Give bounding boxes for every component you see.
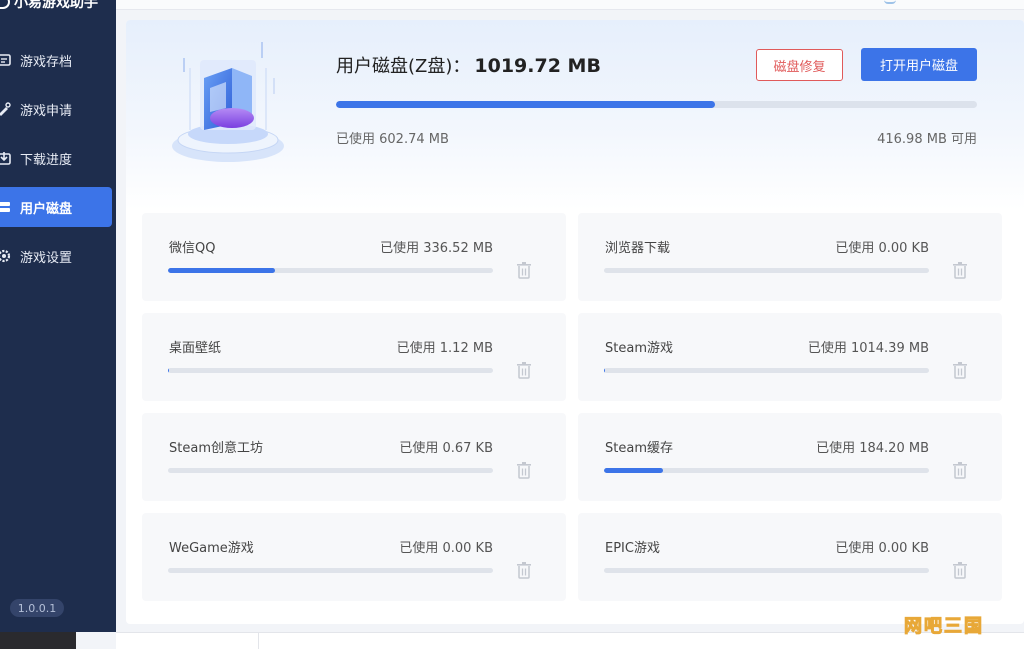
folder-name: EPIC游戏 bbox=[605, 541, 660, 556]
folder-usage-fill bbox=[168, 268, 276, 273]
disk-title-label: 用户磁盘(Z盘)： bbox=[336, 56, 471, 77]
folder-usage: 已使用 1014.39 MB bbox=[807, 341, 929, 356]
sidebar-item-game-settings[interactable]: 游戏设置 bbox=[0, 236, 112, 276]
folder-usage-bar bbox=[168, 568, 493, 573]
folder-card: EPIC游戏 已使用 0.00 KB bbox=[578, 513, 1002, 601]
disk-used-label: 已使用 602.74 MB bbox=[336, 132, 449, 147]
folder-card: Steam创意工坊 已使用 0.67 KB bbox=[142, 413, 566, 501]
main-panel: 用户磁盘(Z盘)： 1019.72 MB 磁盘修复 打开用户磁盘 已使用 602.… bbox=[126, 20, 1024, 624]
bottom-bar bbox=[116, 632, 1024, 649]
folder-usage-bar bbox=[604, 568, 929, 573]
folder-card: 浏览器下载 已使用 0.00 KB bbox=[578, 213, 1002, 301]
disk-free-label: 416.98 MB 可用 bbox=[877, 132, 977, 147]
folder-usage: 已使用 0.00 KB bbox=[399, 541, 493, 556]
folder-card: Steam缓存 已使用 184.20 MB bbox=[578, 413, 1002, 501]
app-logo-icon bbox=[0, 0, 10, 9]
sidebar-item-download-progress[interactable]: 下载进度 bbox=[0, 138, 112, 178]
taskbar-strip bbox=[0, 632, 76, 649]
folder-usage: 已使用 0.00 KB bbox=[835, 541, 929, 556]
sidebar-item-game-apply[interactable]: 游戏申请 bbox=[0, 89, 112, 129]
folder-card: Steam游戏 已使用 1014.39 MB bbox=[578, 313, 1002, 401]
disk-title: 用户磁盘(Z盘)： 1019.72 MB bbox=[336, 52, 601, 78]
sidebar: 小易游戏助手 游戏存档 游戏申请 下载进度 用户磁盘 游戏设置 1.0.0.1 bbox=[0, 0, 116, 632]
folder-name: 微信QQ bbox=[169, 241, 216, 256]
folder-usage-fill bbox=[168, 368, 170, 373]
app-title-text: 小易游戏助手 bbox=[14, 0, 98, 11]
disk-total-size: 1019.72 MB bbox=[474, 55, 601, 77]
folder-name: Steam游戏 bbox=[605, 341, 673, 356]
folder-usage-bar bbox=[168, 268, 493, 273]
folder-usage: 已使用 0.00 KB bbox=[835, 241, 929, 256]
trash-icon[interactable] bbox=[952, 561, 968, 579]
disk-summary: 用户磁盘(Z盘)： 1019.72 MB 磁盘修复 打开用户磁盘 已使用 602.… bbox=[126, 20, 1024, 210]
folder-card: 桌面壁纸 已使用 1.12 MB bbox=[142, 313, 566, 401]
top-bar bbox=[116, 0, 1024, 10]
trash-icon[interactable] bbox=[952, 361, 968, 379]
trash-icon[interactable] bbox=[516, 261, 532, 279]
folder-usage-bar bbox=[168, 368, 493, 373]
folder-name: Steam创意工坊 bbox=[169, 441, 263, 456]
save-archive-icon bbox=[0, 53, 11, 67]
open-user-disk-button[interactable]: 打开用户磁盘 bbox=[861, 48, 977, 81]
folder-card: 微信QQ 已使用 336.52 MB bbox=[142, 213, 566, 301]
disk-repair-button[interactable]: 磁盘修复 bbox=[756, 49, 843, 81]
trash-icon[interactable] bbox=[952, 461, 968, 479]
folder-usage-bar bbox=[168, 468, 493, 473]
sidebar-item-label: 下载进度 bbox=[20, 152, 73, 168]
sidebar-item-label: 游戏申请 bbox=[20, 103, 73, 119]
disk-usage-fill bbox=[336, 101, 715, 108]
folder-usage-bar bbox=[604, 368, 929, 373]
trash-icon[interactable] bbox=[516, 461, 532, 479]
download-progress-icon bbox=[0, 151, 11, 165]
window-control-icon[interactable] bbox=[884, 0, 896, 4]
trash-icon[interactable] bbox=[516, 561, 532, 579]
version-badge: 1.0.0.1 bbox=[10, 599, 64, 617]
sidebar-item-game-saves[interactable]: 游戏存档 bbox=[0, 40, 112, 80]
watermark-logo: 网吧三国 bbox=[904, 616, 984, 638]
folder-usage: 已使用 1.12 MB bbox=[396, 341, 493, 356]
sidebar-item-label: 游戏存档 bbox=[20, 54, 73, 70]
sidebar-item-label: 游戏设置 bbox=[20, 250, 73, 266]
sidebar-item-user-disk[interactable]: 用户磁盘 bbox=[0, 187, 112, 227]
disk-usage-bar bbox=[336, 101, 977, 108]
sidebar-item-label: 用户磁盘 bbox=[20, 201, 73, 217]
folder-usage-fill bbox=[604, 368, 606, 373]
folder-usage-bar bbox=[604, 468, 929, 473]
folder-name: WeGame游戏 bbox=[169, 541, 254, 556]
folder-name: 浏览器下载 bbox=[605, 241, 671, 256]
app-title: 小易游戏助手 bbox=[0, 0, 98, 12]
gear-icon bbox=[0, 249, 11, 263]
trash-icon[interactable] bbox=[516, 361, 532, 379]
folder-name: 桌面壁纸 bbox=[169, 341, 222, 356]
disk-icon bbox=[0, 200, 11, 214]
folder-usage-bar bbox=[604, 268, 929, 273]
folder-usage: 已使用 184.20 MB bbox=[816, 441, 929, 456]
apply-icon bbox=[0, 102, 11, 116]
folder-usage: 已使用 336.52 MB bbox=[380, 241, 493, 256]
trash-icon[interactable] bbox=[952, 261, 968, 279]
folder-card: WeGame游戏 已使用 0.00 KB bbox=[142, 513, 566, 601]
disk-illustration-icon bbox=[172, 42, 284, 162]
folder-usage-fill bbox=[604, 468, 663, 473]
folder-name: Steam缓存 bbox=[605, 441, 673, 456]
folder-usage: 已使用 0.67 KB bbox=[399, 441, 493, 456]
